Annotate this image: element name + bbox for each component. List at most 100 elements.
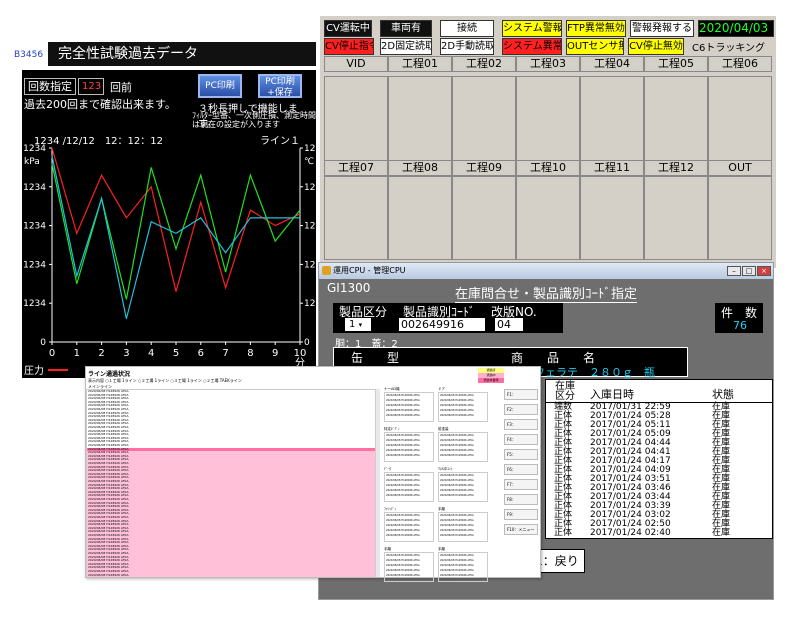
minimize-button[interactable]: – (727, 266, 741, 276)
function-key-button[interactable]: F6： (504, 464, 538, 475)
process-cell[interactable] (516, 76, 580, 172)
cell-kubun: 正体 (554, 528, 573, 538)
page-title: ライン通過状況 (88, 371, 131, 378)
product-name-value: カフェラテ ２８０ｇ 瓶 (523, 366, 655, 379)
process-cell[interactable] (388, 76, 452, 172)
process-cell[interactable] (580, 176, 644, 260)
process-header: 工程12 (644, 160, 708, 176)
pc-print-button[interactable]: PC印刷 (198, 74, 242, 98)
maximize-button[interactable]: □ (742, 266, 756, 276)
process-cell[interactable] (452, 76, 516, 172)
section-row: 2020/06/08 H128926 ATKA (386, 494, 420, 497)
filter-note-1: ﾌｨﾙﾀｰ型番、一次側圧損、測定時間 (192, 111, 316, 120)
section-row: 2020/06/08 H128926 ATKA (440, 574, 474, 577)
status-connect: 接続 (440, 20, 494, 37)
chevron-down-icon: ▾ (358, 321, 363, 329)
main-line-list[interactable]: 2020/06/08 H128926 ATKA 2020/06/08 H12892… (86, 389, 376, 578)
function-key-button[interactable]: F5： (504, 449, 538, 460)
function-key-button[interactable]: F1： (504, 389, 538, 400)
function-key-button[interactable]: F10：メニュー (504, 524, 538, 535)
process-cell[interactable] (324, 176, 388, 260)
section-list[interactable]: 2020/06/08 H128926 ATKA 2020/06/08 H12892… (438, 512, 488, 542)
process-cell[interactable] (644, 76, 708, 172)
section-list[interactable]: 2020/06/08 H128926 ATKA 2020/06/08 H12892… (384, 432, 434, 462)
process-cell[interactable] (580, 76, 644, 172)
y-tick-label-right: 123 (304, 183, 316, 193)
category-select[interactable]: 1 ▾ (345, 318, 371, 331)
function-key-button[interactable]: F3： (504, 419, 538, 430)
fixed-read-2d[interactable]: 2D固定読取 (380, 38, 432, 55)
manual-read-2d[interactable]: 2D手動読取 (440, 38, 494, 55)
close-icon[interactable]: × (757, 266, 771, 276)
col-date: 入庫日時 (590, 388, 634, 401)
series-line-green (51, 163, 301, 300)
section-list[interactable]: 2020/06/08 H128926 ATKA 2020/06/08 H12892… (384, 472, 434, 502)
process-cell[interactable] (452, 176, 516, 260)
series-line-cyan (51, 155, 300, 319)
function-key-button[interactable]: F7： (504, 479, 538, 490)
section-row: 2020/06/08 H128926 ATKA (386, 534, 420, 537)
app-icon (322, 266, 331, 275)
page-title: 在庫問合せ・製品識別ｺｰﾄﾞ指定 (455, 283, 638, 303)
history-hint: 過去200回まで確認出来ます。 (24, 98, 176, 111)
x-tick-label: 0 (49, 348, 55, 359)
legend-pressure: 圧力 (24, 364, 44, 377)
status-alarm-issue[interactable]: 警報発報する (630, 20, 694, 37)
line-pass-window: ライン通過状況 表示内容 ○１工場 1ライン ○２工場 1ライン ○３工場 1ラ… (85, 366, 541, 582)
x-tick-label: 7 (222, 348, 228, 359)
product-id-input[interactable]: 002649916 (399, 318, 485, 331)
status-vehicle: 車両有 (380, 20, 432, 37)
y-tick-label-left: 1234 (23, 222, 46, 232)
y-tick-label-right: 123 (304, 260, 316, 270)
page-title: 完全性試験過去データ (48, 42, 316, 66)
revision-input[interactable]: 04 (495, 318, 523, 331)
scrollbar[interactable] (376, 389, 380, 577)
process-header: 工程05 (644, 56, 708, 72)
process-header: 工程06 (708, 56, 772, 72)
y-tick-label-left: 1234 (23, 183, 46, 193)
history-data-window: B3456 完全性試験過去データ 回数指定 123 回前 過去200回まで確認出… (10, 38, 316, 378)
process-cell[interactable] (324, 76, 388, 172)
table-row[interactable]: 正体 2017/01/24 02:40 在庫 (546, 529, 772, 538)
section-list[interactable]: 2020/06/08 H128926 ATKA 2020/06/08 H12892… (438, 392, 488, 422)
section-row: 2020/06/08 H128926 ATKA (440, 494, 474, 497)
process-cell[interactable] (708, 76, 772, 172)
function-key-button[interactable]: F2： (504, 404, 538, 415)
out-sensor-disabled[interactable]: OUTセンサ無効 (566, 38, 624, 55)
process-cell[interactable] (644, 176, 708, 260)
section-list[interactable]: 2020/06/08 H128926 ATKA 2020/06/08 H12892… (384, 392, 434, 422)
process-cell[interactable] (388, 176, 452, 260)
process-header: 工程01 (388, 56, 452, 72)
status-ftp: FTP異常無効 (566, 20, 626, 37)
y-tick-label-right: 0 (304, 338, 310, 348)
count-value: 76 (733, 319, 747, 332)
section-row: 2020/06/08 H128926 ATKA (386, 454, 420, 457)
section-row: 2020/06/08 H128926 ATKA (440, 454, 474, 457)
function-key-button[interactable]: F9： (504, 509, 538, 520)
print-save-label-1: PC印刷 (265, 77, 295, 87)
stock-rows: 端数 2017/01/31 22:59 在庫 正体 2017/01/24 05:28 在庫… (546, 402, 772, 539)
function-key-button[interactable]: F4： (504, 434, 538, 445)
y-tick-label-left: 1234 (23, 260, 46, 270)
system-error: システム異常 (502, 38, 562, 55)
section-list[interactable]: 2020/06/08 H128926 ATKA 2020/06/08 H12892… (384, 512, 434, 542)
count-input[interactable]: 123 (78, 78, 104, 95)
cv-stop-disabled[interactable]: CV停止無効 (628, 38, 684, 55)
cv-stop-command[interactable]: CV停止指令 (324, 38, 374, 55)
stock-table: 在庫区分 入庫日時 状態 端数 2017/01/31 22:59 在庫 正体 2017/… (545, 379, 773, 539)
section-list[interactable]: 2020/06/08 H128926 ATKA 2020/06/08 H12892… (438, 432, 488, 462)
pc-print-save-button[interactable]: PC印刷 +保存 (258, 74, 302, 98)
section-row: 2020/06/08 H128926 ATKA (386, 574, 420, 577)
y-tick-label-left: 0 (40, 338, 46, 348)
process-header: 工程04 (580, 56, 644, 72)
section-list[interactable]: 2020/06/08 H128926 ATKA 2020/06/08 H12892… (438, 472, 488, 502)
col-state: 状態 (712, 388, 734, 401)
list-item[interactable]: 2020/06/08 H128926 ATKA (87, 573, 375, 578)
process-cell[interactable] (516, 176, 580, 260)
process-cell[interactable] (708, 176, 772, 260)
section-list[interactable]: 2020/06/08 H128926 ATKA 2020/06/08 H12892… (384, 552, 434, 582)
y-tick-label-right: 123 (304, 144, 316, 154)
function-key-button[interactable]: F8： (504, 494, 538, 505)
section-list[interactable]: 2020/06/08 H128926 ATKA 2020/06/08 H12892… (438, 552, 488, 582)
section-row: 2020/06/08 H128926 ATKA (386, 414, 420, 417)
